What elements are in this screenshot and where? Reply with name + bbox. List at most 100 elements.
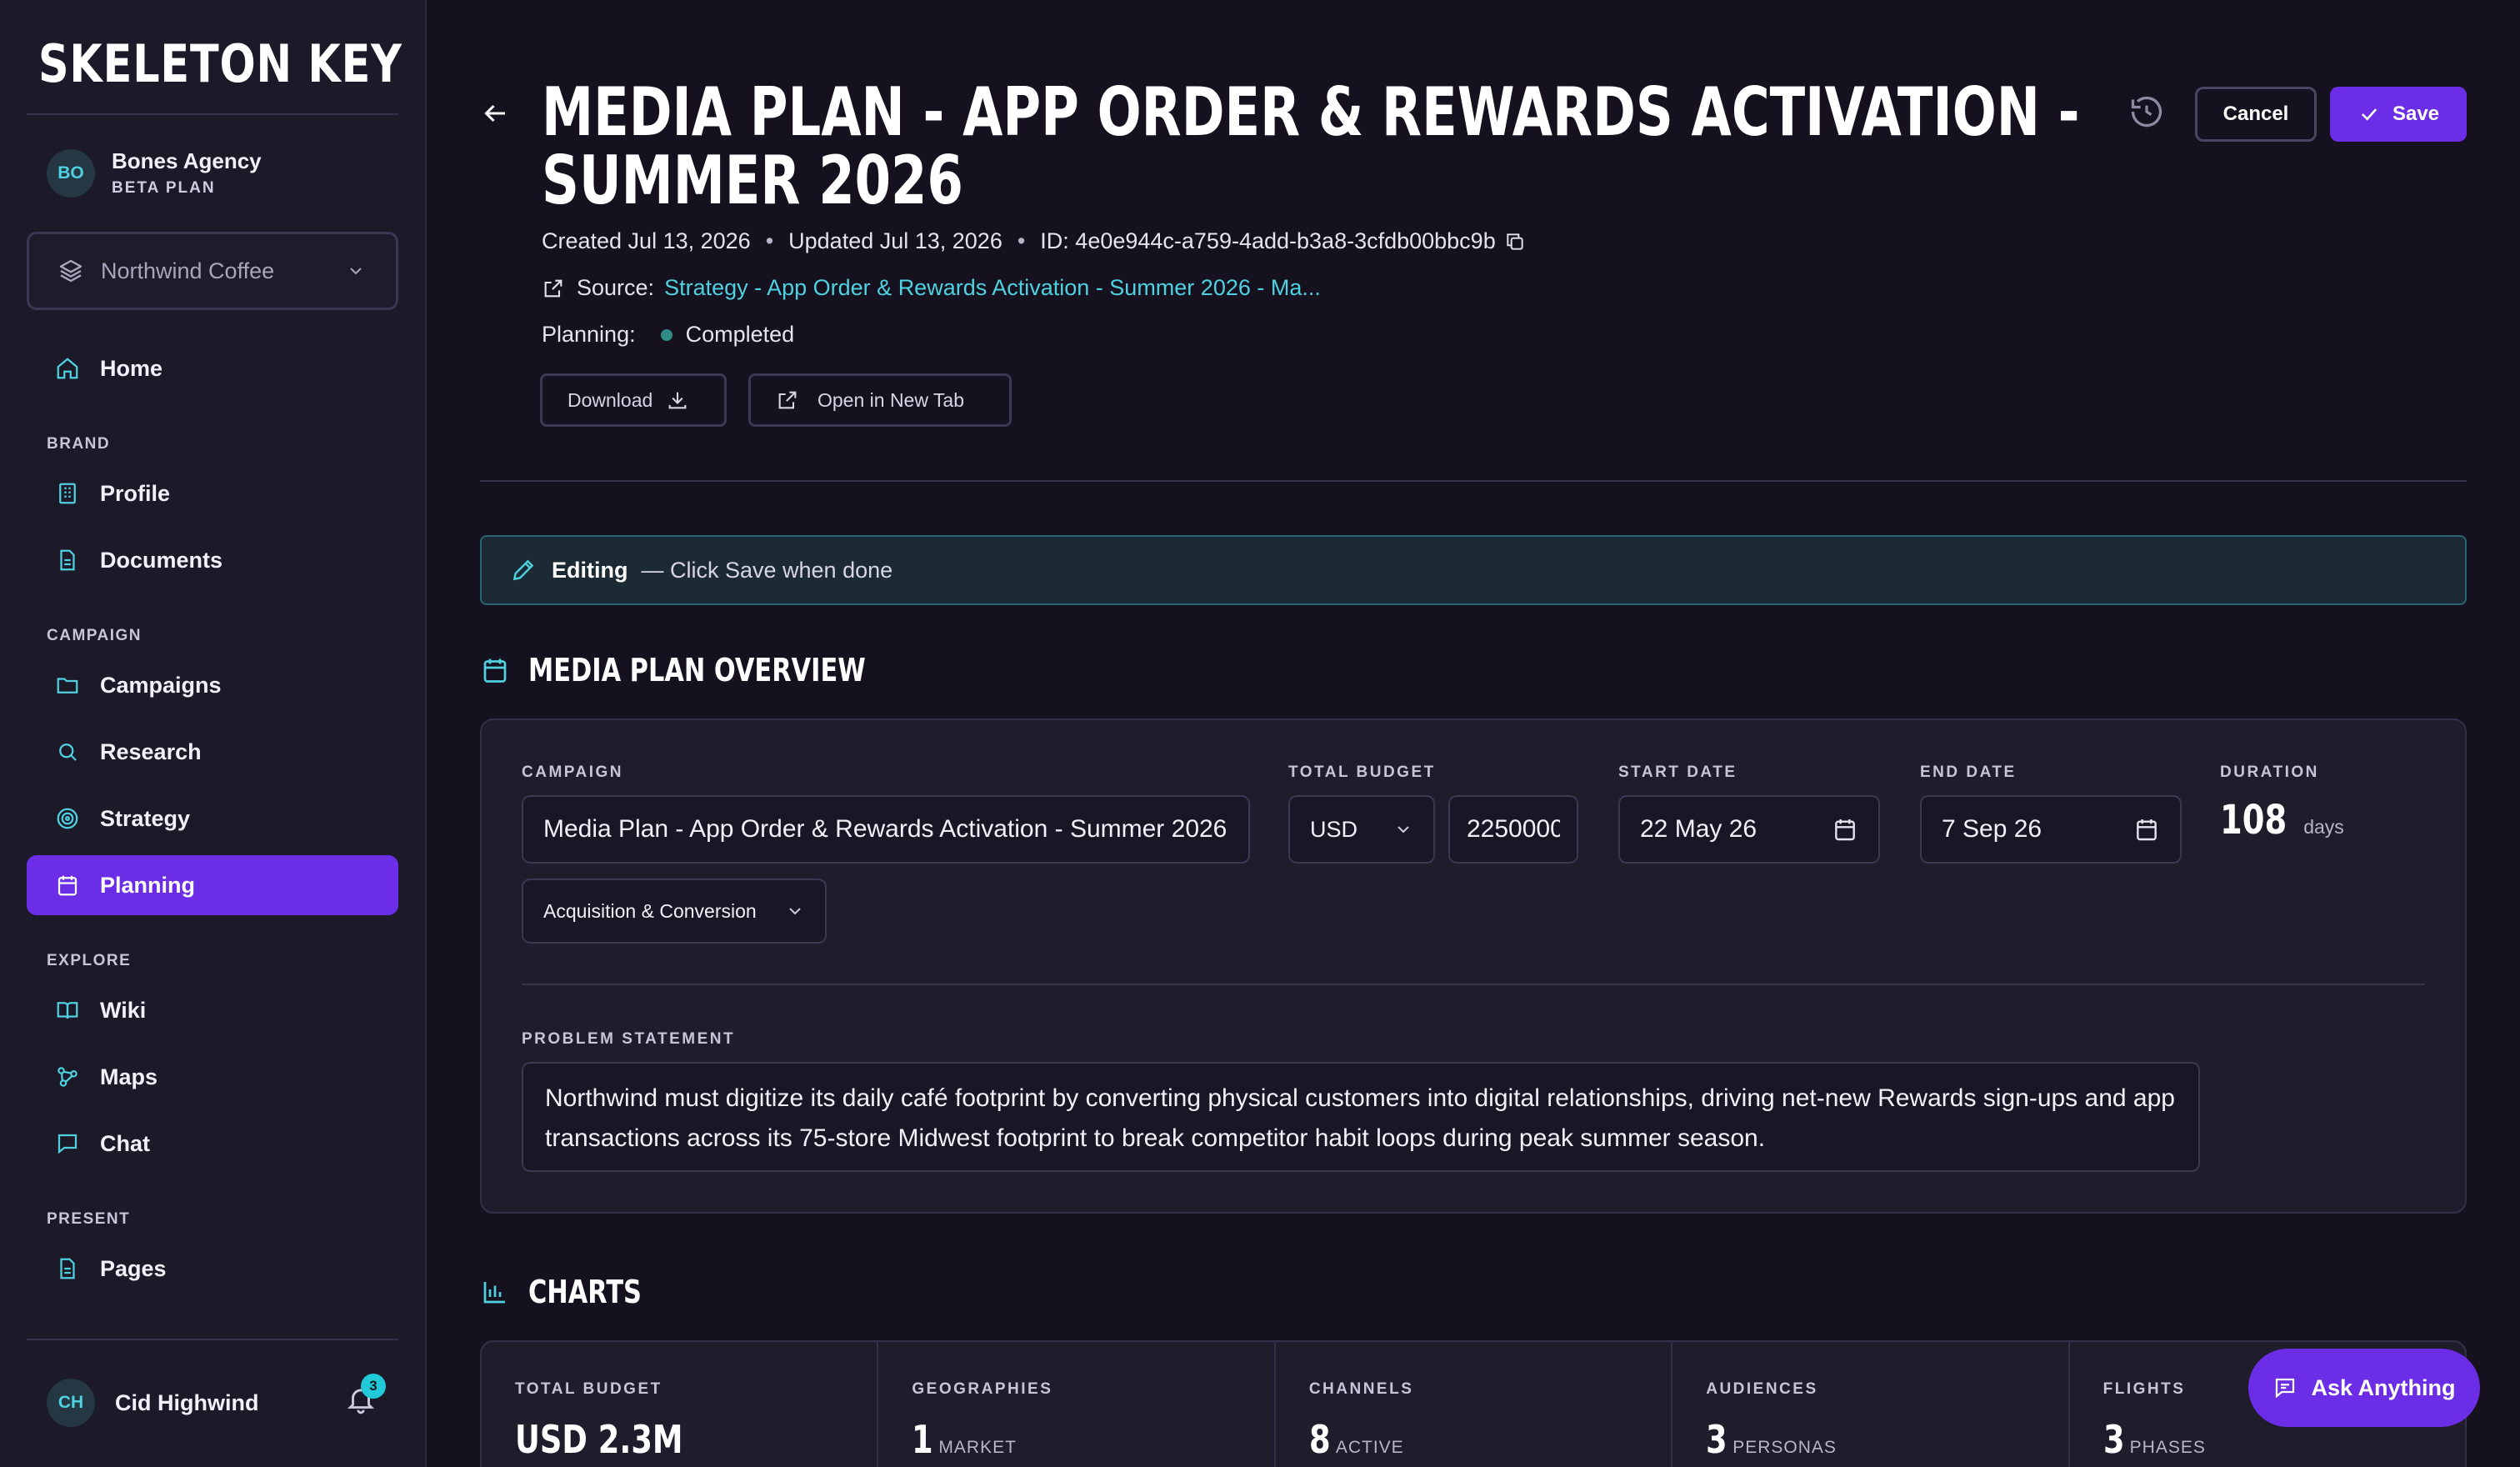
section-label-brand: BRAND — [47, 435, 111, 453]
brand-selector-value: Northwind Coffee — [101, 258, 275, 283]
sidebar-item-label: Research — [100, 739, 202, 764]
stat-channels: CHANNELS 8 ACTIVE — [1276, 1342, 1673, 1467]
sidebar-item-home[interactable]: Home — [27, 338, 398, 398]
stat-unit: PERSONAS — [1732, 1438, 1837, 1457]
download-label: Download — [568, 388, 653, 411]
ask-anything-button[interactable]: Ask Anything — [2248, 1349, 2480, 1427]
stat-unit: PHASES — [2129, 1438, 2206, 1457]
cancel-button[interactable]: Cancel — [2195, 87, 2317, 142]
chat-icon — [55, 1131, 80, 1156]
objective-select[interactable]: Acquisition & Conversion — [522, 879, 827, 944]
planning-status: Completed — [685, 322, 795, 347]
book-icon — [55, 998, 80, 1023]
file-icon — [55, 1256, 80, 1281]
stat-value: 8 — [1308, 1417, 1331, 1462]
sidebar: SKELETON KEY BO Bones Agency BETA PLAN N… — [0, 0, 427, 1467]
save-button[interactable]: Save — [2330, 87, 2467, 142]
duration-display: 108 days — [2220, 797, 2344, 844]
planning-status-line: Planning: Completed — [542, 322, 794, 348]
back-arrow-icon[interactable] — [480, 98, 510, 128]
app-logo[interactable]: SKELETON KEY — [38, 33, 402, 94]
separator-dot: • — [765, 228, 774, 253]
sidebar-item-research[interactable]: Research — [27, 722, 398, 782]
agency-switcher[interactable]: BO Bones Agency BETA PLAN — [47, 148, 262, 198]
sidebar-item-pages[interactable]: Pages — [27, 1239, 398, 1299]
budget-input[interactable]: 2250000 — [1448, 795, 1578, 864]
sidebar-item-documents[interactable]: Documents — [27, 530, 398, 590]
sidebar-divider — [27, 113, 398, 115]
sidebar-item-maps[interactable]: Maps — [27, 1047, 398, 1107]
problem-statement-input[interactable]: Northwind must digitize its daily café f… — [522, 1062, 2200, 1172]
total-budget-label: TOTAL BUDGET — [1288, 764, 1436, 781]
currency-value: USD — [1310, 816, 1358, 842]
start-date-value: 22 May 26 — [1640, 815, 1758, 843]
calendar-icon[interactable] — [1832, 816, 1858, 843]
overview-heading-text: MEDIA PLAN OVERVIEW — [528, 652, 866, 688]
stat-value: 1 — [912, 1417, 934, 1462]
duration-unit: days — [2303, 816, 2344, 838]
open-new-tab-label: Open in New Tab — [818, 388, 965, 411]
sidebar-divider — [27, 1339, 398, 1340]
sidebar-item-chat[interactable]: Chat — [27, 1114, 398, 1174]
section-label-explore: EXPLORE — [47, 952, 132, 969]
agency-plan: BETA PLAN — [112, 179, 216, 197]
home-icon — [55, 356, 80, 381]
external-link-icon — [776, 388, 799, 412]
sidebar-item-campaigns[interactable]: Campaigns — [27, 655, 398, 715]
ask-anything-label: Ask Anything — [2311, 1374, 2456, 1400]
sidebar-item-label: Pages — [100, 1255, 167, 1281]
duration-label: DURATION — [2220, 764, 2319, 781]
pencil-icon — [510, 557, 537, 583]
section-label-campaign: CAMPAIGN — [47, 627, 142, 644]
user-menu[interactable]: CH Cid Highwind — [47, 1379, 258, 1427]
sidebar-item-label: Documents — [100, 547, 223, 573]
sidebar-item-profile[interactable]: Profile — [27, 463, 398, 523]
currency-select[interactable]: USD — [1288, 795, 1435, 864]
budget-value: 2250000 — [1467, 815, 1560, 843]
calendar-icon — [55, 873, 80, 898]
sidebar-item-label: Campaigns — [100, 672, 222, 698]
objective-value: Acquisition & Conversion — [543, 899, 757, 922]
source-label: Source: — [577, 275, 655, 300]
save-button-label: Save — [2392, 103, 2440, 125]
agency-avatar: BO — [47, 148, 95, 198]
agency-name: Bones Agency — [112, 148, 262, 173]
source-link[interactable]: Strategy - App Order & Rewards Activatio… — [664, 275, 1321, 301]
source-line: Source: Strategy - App Order & Rewards A… — [542, 275, 1321, 301]
download-button[interactable]: Download — [540, 373, 727, 427]
stat-label: TOTAL BUDGET — [515, 1380, 662, 1398]
sidebar-item-planning[interactable]: Planning — [27, 855, 398, 915]
end-date-input[interactable]: 7 Sep 26 — [1920, 795, 2182, 864]
layers-icon — [58, 258, 84, 284]
copy-icon[interactable] — [1504, 231, 1526, 253]
start-date-input[interactable]: 22 May 26 — [1618, 795, 1880, 864]
campaign-label: CAMPAIGN — [522, 764, 624, 781]
chevron-down-icon — [1393, 819, 1413, 839]
document-id: ID: 4e0e944c-a759-4add-b3a8-3cfdb00bbc9b — [1040, 228, 1496, 253]
download-icon — [666, 388, 689, 412]
stat-value: USD 2.3M — [515, 1417, 683, 1462]
section-label-present: PRESENT — [47, 1210, 131, 1228]
start-date-label: START DATE — [1618, 764, 1738, 781]
brand-selector[interactable]: Northwind Coffee — [27, 232, 398, 310]
sidebar-item-label: Wiki — [100, 997, 147, 1023]
end-date-value: 7 Sep 26 — [1942, 815, 2042, 843]
history-icon[interactable] — [2128, 93, 2165, 130]
created-date: Created Jul 13, 2026 — [542, 228, 751, 253]
folder-icon — [55, 673, 80, 698]
stat-label: CHANNELS — [1308, 1380, 1414, 1398]
sidebar-item-strategy[interactable]: Strategy — [27, 789, 398, 849]
stat-label: FLIGHTS — [2102, 1380, 2186, 1398]
chevron-down-icon — [785, 901, 805, 921]
sidebar-item-wiki[interactable]: Wiki — [27, 980, 398, 1040]
overview-heading: MEDIA PLAN OVERVIEW — [480, 652, 950, 688]
user-name: Cid Highwind — [115, 1389, 259, 1415]
calendar-icon — [480, 655, 510, 685]
stat-total-budget: TOTAL BUDGET USD 2.3M — [482, 1342, 879, 1467]
open-new-tab-button[interactable]: Open in New Tab — [748, 373, 1012, 427]
problem-statement-label: PROBLEM STATEMENT — [522, 1030, 736, 1048]
campaign-name-input[interactable]: Media Plan - App Order & Rewards Activat… — [522, 795, 1250, 864]
planning-label: Planning: — [542, 322, 636, 347]
calendar-icon[interactable] — [2133, 816, 2160, 843]
stat-value: 3 — [2102, 1417, 2125, 1462]
